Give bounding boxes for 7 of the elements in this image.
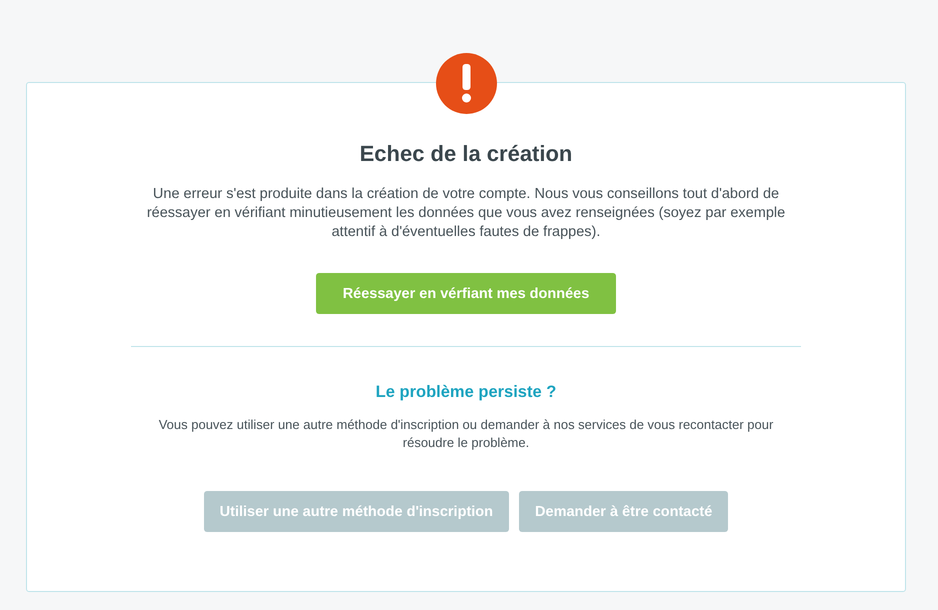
error-message: Une erreur s'est produite dans la création de votre compte. Nous vous conseillons tout d'abord de réessayer en vérifiant minutieusement les données que vous avez renseignées (soyez par exemple attentif à d'éventuelles fautes de frappes). (146, 185, 786, 242)
dialog-title: Echec de la création (360, 141, 572, 167)
retry-button[interactable]: Réessayer en vérfiant mes données (316, 273, 616, 314)
option-button[interactable]: Utiliser une autre méthode d'inscription (204, 491, 510, 532)
help-message: Vous pouvez utiliser une autre méthode d'inscription ou demander à nos services de vous recontacter pour résoudre le problème. (158, 416, 774, 452)
help-title: Le problème persiste ? (376, 383, 556, 402)
option-button[interactable]: Demander à être contacté (519, 491, 728, 532)
